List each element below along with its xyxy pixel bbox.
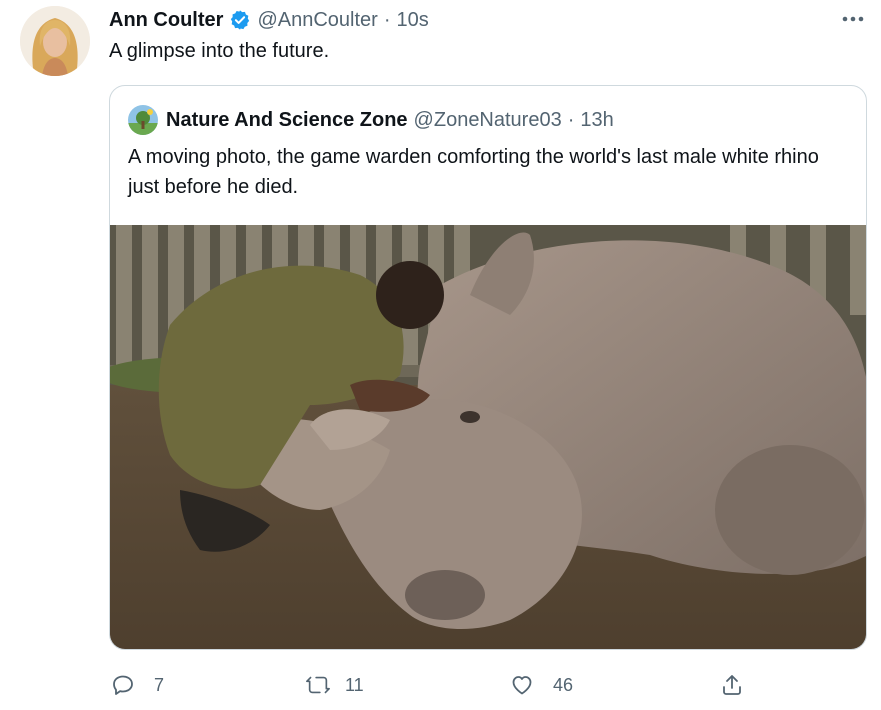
quoted-author-name: Nature And Science Zone (166, 108, 408, 131)
tweet-text: A glimpse into the future. (109, 40, 330, 62)
quoted-tweet-text: A moving photo, the game warden comforti… (128, 146, 819, 198)
author-avatar[interactable] (20, 6, 90, 76)
reply-count: 7 (154, 674, 165, 695)
heart-icon (509, 672, 535, 698)
verified-badge-icon (229, 9, 251, 31)
tweet-header: Ann Coulter @AnnCoulter · 10s (109, 6, 429, 34)
reply-button[interactable]: 7 (110, 668, 164, 702)
share-button[interactable] (719, 668, 745, 702)
retweet-icon (305, 672, 331, 698)
like-count: 46 (553, 674, 574, 695)
share-icon (719, 672, 745, 698)
like-button[interactable]: 46 (509, 668, 573, 702)
quoted-tweet-photo[interactable] (110, 225, 866, 649)
quoted-tweet-timestamp: 13h (580, 108, 614, 131)
tweet-timestamp[interactable]: 10s (396, 9, 428, 32)
quoted-separator-dot: · (567, 108, 575, 131)
author-handle[interactable]: @AnnCoulter (257, 9, 377, 32)
more-options-button[interactable] (838, 8, 868, 30)
quoted-author-handle: @ZoneNature03 (413, 108, 562, 131)
tweet-action-bar: 7 11 46 (0, 668, 881, 702)
separator-dot: · (383, 8, 391, 31)
quoted-tweet-card[interactable]: Nature And Science Zone @ZoneNature03 · … (109, 85, 867, 650)
quoted-author-avatar (128, 105, 158, 135)
retweet-count: 11 (345, 674, 364, 695)
more-horizontal-icon (842, 16, 864, 22)
author-name[interactable]: Ann Coulter (109, 9, 223, 32)
retweet-button[interactable]: 11 (305, 668, 364, 702)
quoted-tweet-header: Nature And Science Zone @ZoneNature03 · … (128, 104, 614, 136)
reply-icon (110, 672, 136, 698)
